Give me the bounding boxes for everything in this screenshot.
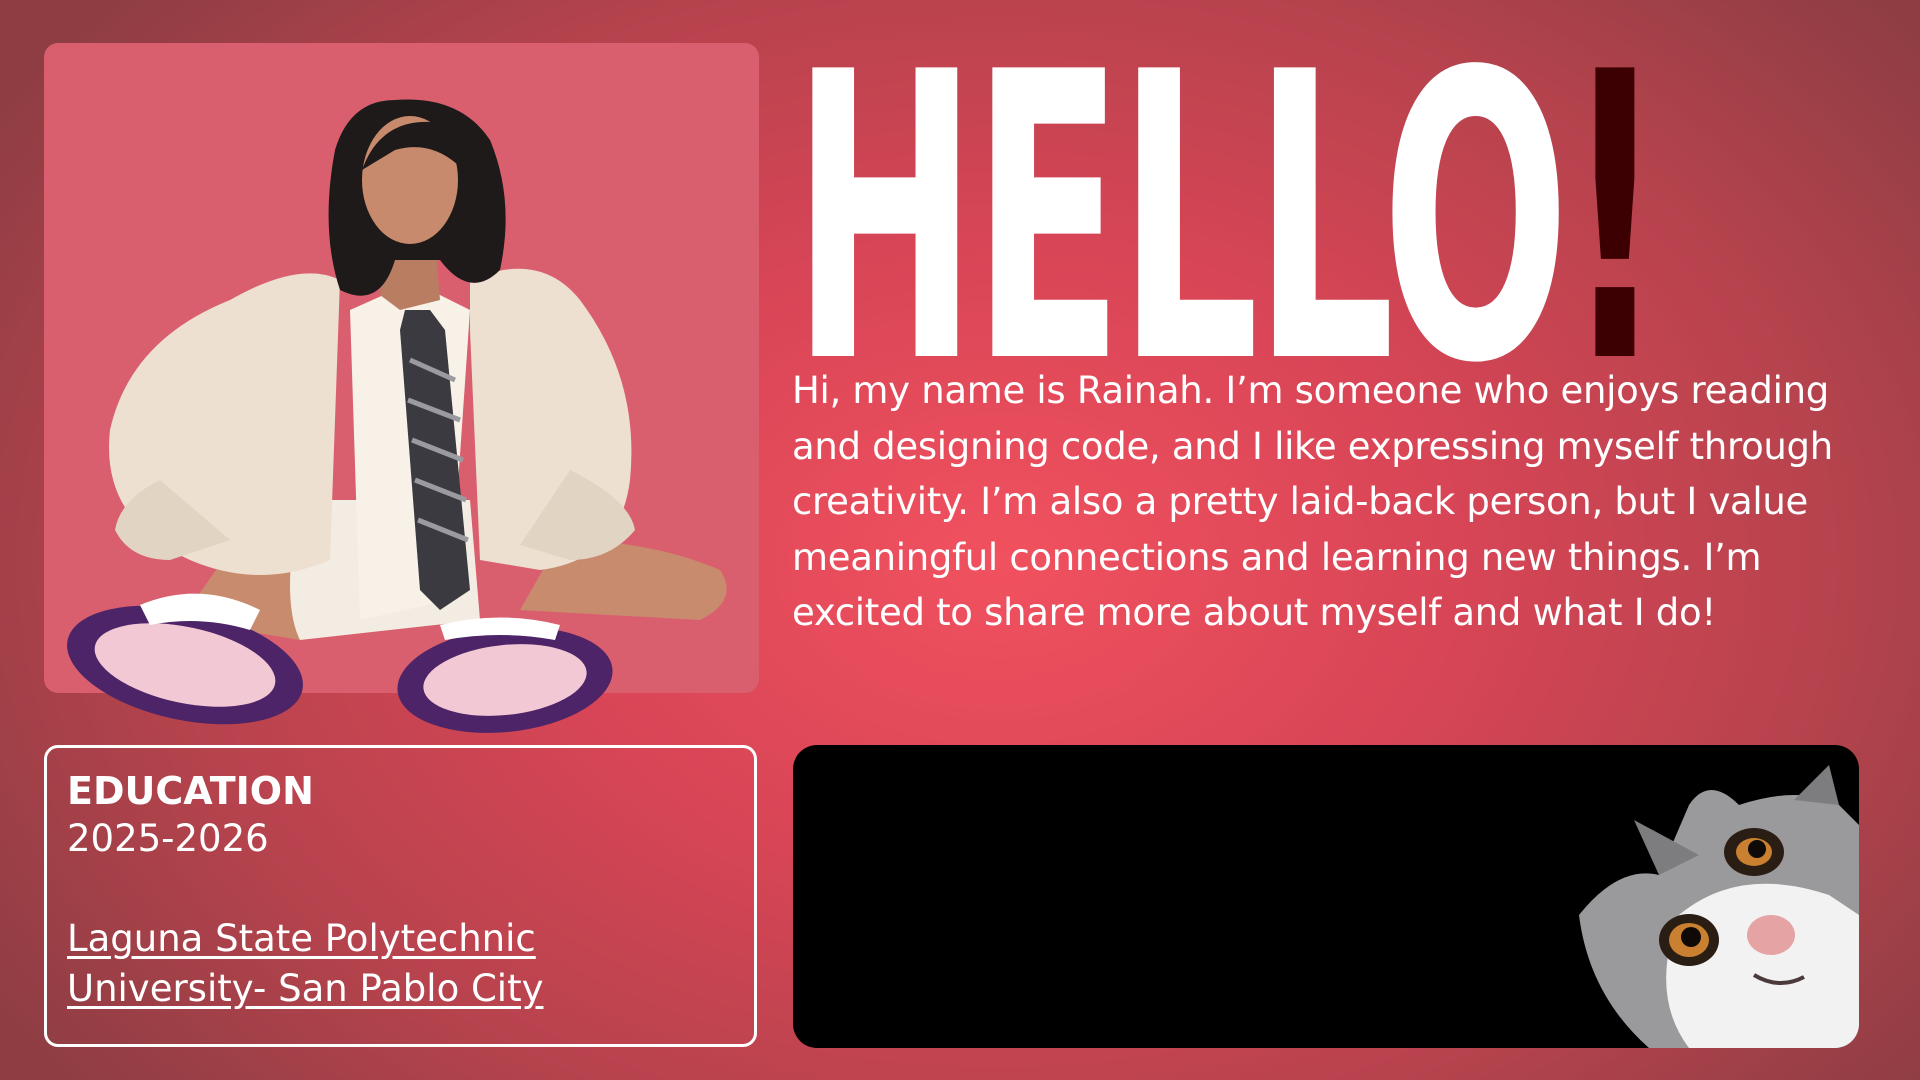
education-card: EDUCATION 2025-2026 Laguna State Polytec…	[44, 745, 757, 1047]
education-years: 2025-2026	[67, 817, 269, 860]
portrait-card	[44, 43, 759, 693]
video-panel[interactable]	[793, 745, 1859, 1048]
cat-image	[1579, 765, 1859, 1048]
bio-paragraph: Hi, my name is Rainah. I’m someone who e…	[792, 369, 1833, 634]
education-heading: EDUCATION	[67, 769, 314, 813]
school-link[interactable]: Laguna State Polytechnic University- San…	[67, 914, 607, 1014]
hello-title: HELLO!	[792, 22, 1665, 418]
